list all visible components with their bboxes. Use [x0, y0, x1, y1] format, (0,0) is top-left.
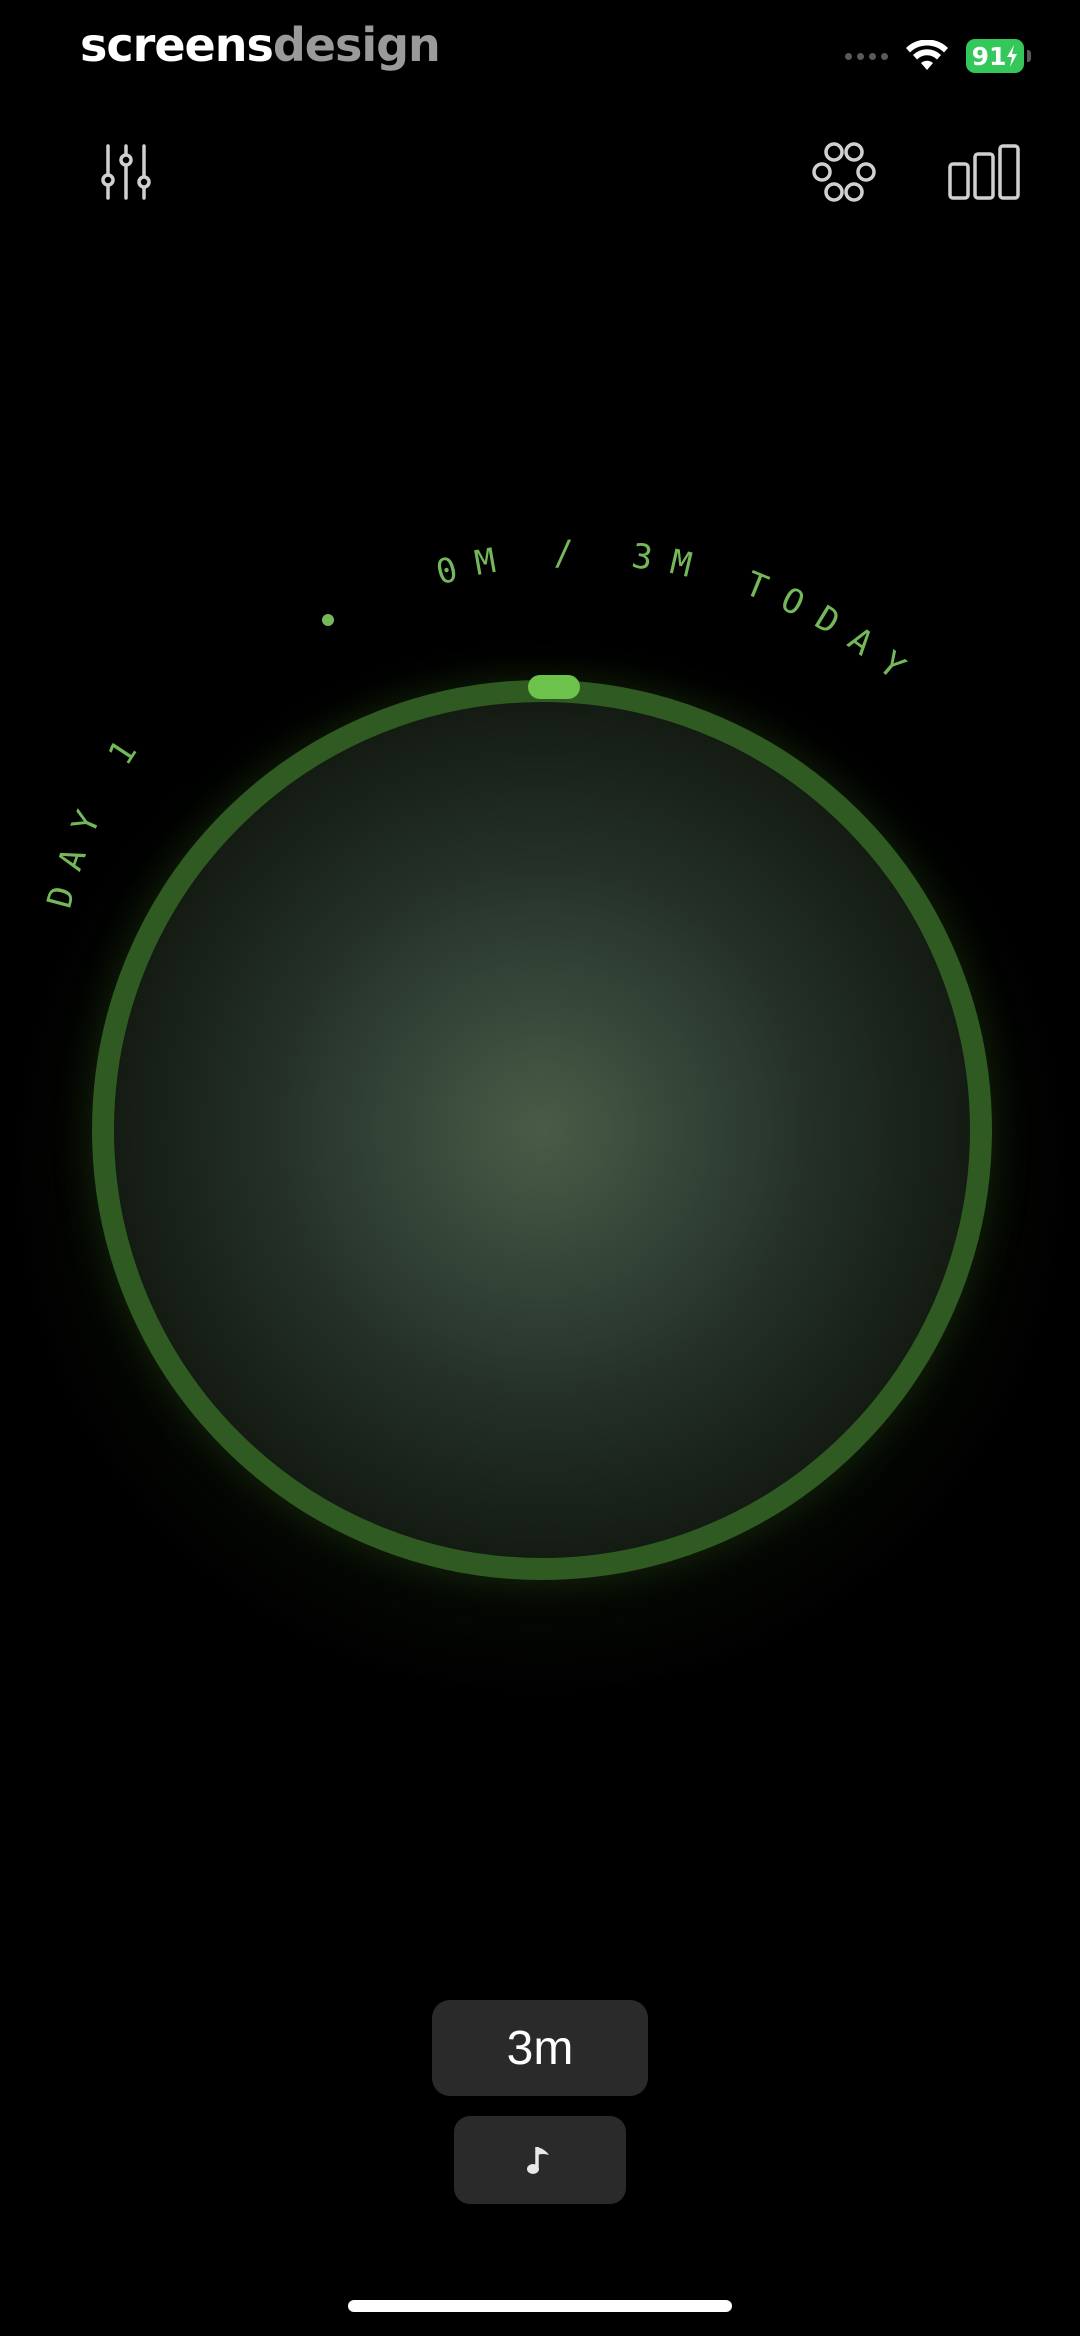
- screensdesign-watermark: screensdesign: [80, 18, 441, 72]
- breath-flower-icon: [812, 142, 876, 202]
- bar-chart-icon: [948, 144, 1020, 200]
- arc-labels: DAY 1 0M / 3M TODAY: [40, 533, 926, 912]
- watermark-part1: screens: [80, 18, 274, 72]
- day-label: DAY 1: [40, 718, 156, 912]
- battery-level: 91: [971, 41, 1007, 71]
- status-bar: 91: [845, 36, 1031, 76]
- progress-label: 0M / 3M TODAY: [432, 533, 926, 699]
- sliders-icon: [101, 144, 151, 200]
- home-indicator[interactable]: [348, 2300, 732, 2312]
- settings-button[interactable]: [90, 136, 162, 208]
- sound-button[interactable]: [454, 2116, 626, 2204]
- separator-dot: [322, 614, 334, 626]
- duration-button[interactable]: 3m: [432, 2000, 648, 2096]
- wifi-icon: [906, 40, 948, 70]
- battery-indicator: 91: [966, 39, 1031, 73]
- charging-bolt-icon: [1007, 45, 1018, 67]
- timer-ring-area: DAY 1 0M / 3M TODAY: [0, 500, 1080, 1690]
- progress-label-text: 0M / 3M TODAY: [432, 533, 908, 699]
- stats-button[interactable]: [948, 136, 1020, 208]
- music-note-icon: [527, 2147, 549, 2174]
- day-label-text: DAY 1: [40, 718, 138, 912]
- signal-dots-icon: [845, 52, 888, 60]
- breathing-button[interactable]: [808, 136, 880, 208]
- duration-label: 3m: [506, 2021, 574, 2075]
- watermark-part2: design: [272, 18, 441, 72]
